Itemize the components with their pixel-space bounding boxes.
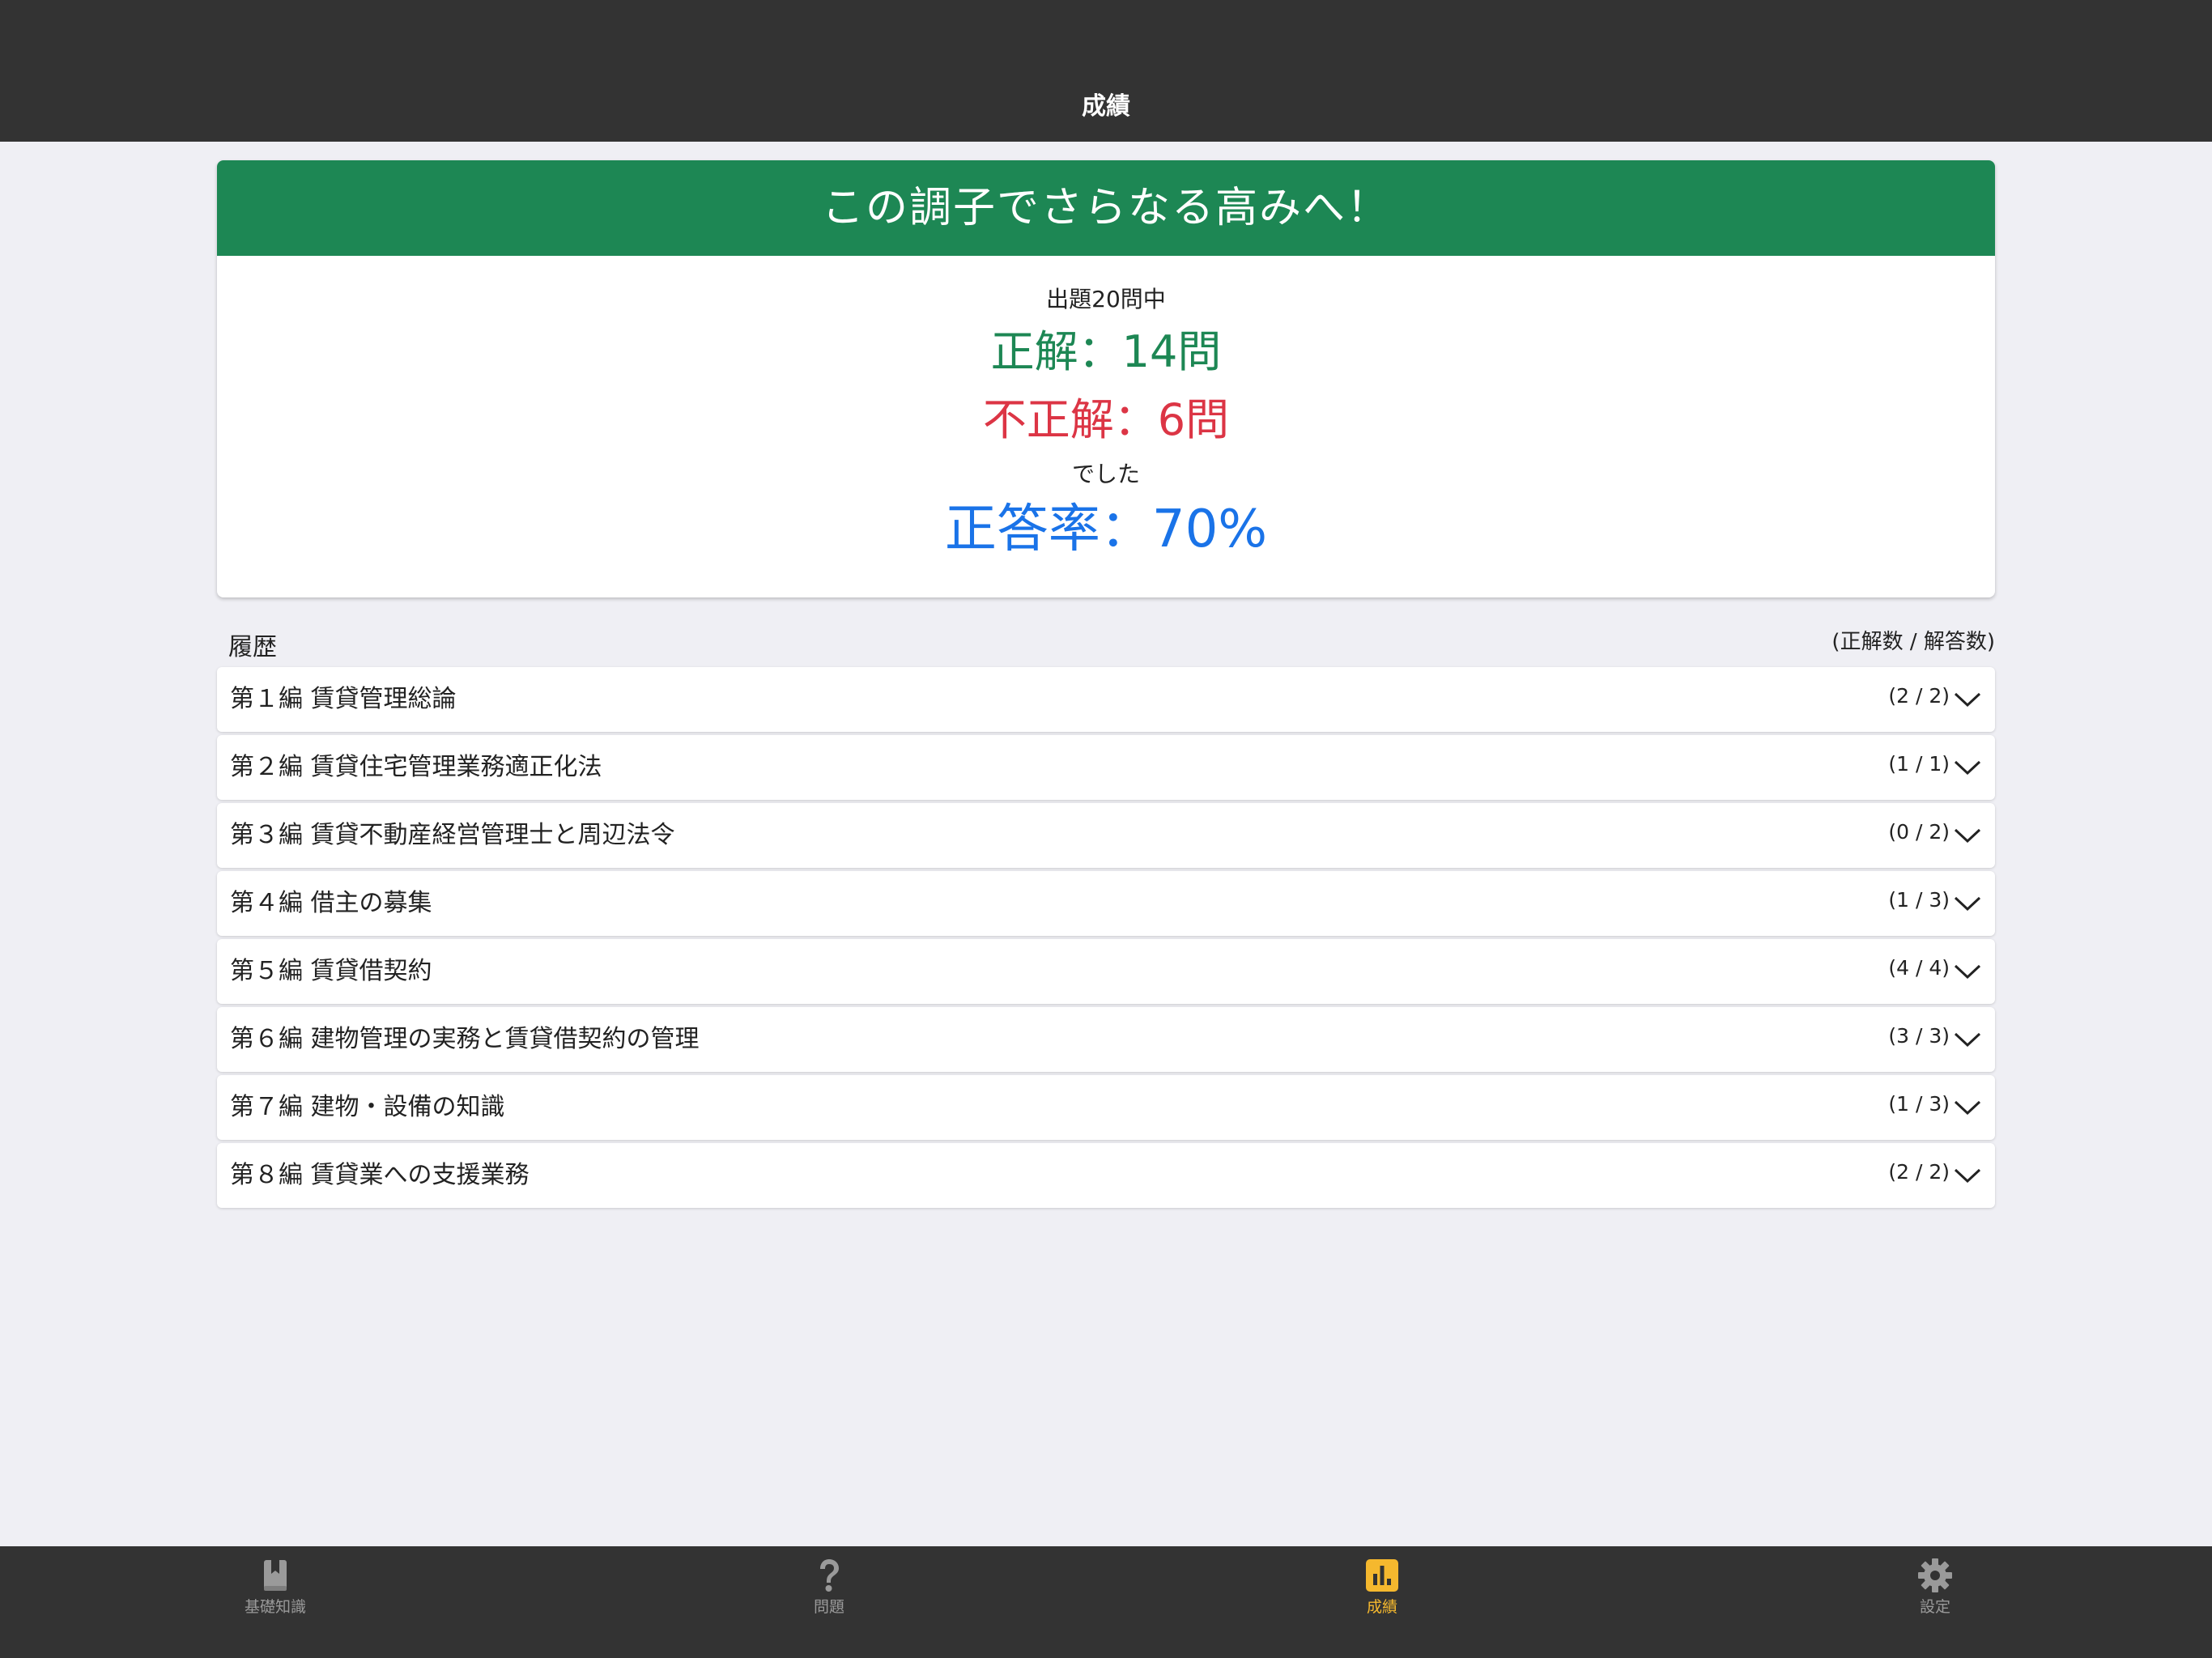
tab-label: 問題 bbox=[813, 1598, 844, 1616]
navigation-bar: 成績 bbox=[0, 0, 2212, 142]
tab-settings[interactable]: 設定 bbox=[1854, 1546, 2016, 1658]
history-row-chapter-1[interactable]: 第１編 賃貸管理総論 (2 / 2) bbox=[217, 667, 1995, 732]
chevron-down-icon[interactable] bbox=[1953, 687, 1982, 711]
chevron-down-icon[interactable] bbox=[1953, 823, 1982, 847]
history-legend: (正解数 / 解答数) bbox=[1831, 630, 1995, 654]
chevron-down-icon[interactable] bbox=[1953, 1027, 1982, 1051]
result-card: この調子でさらなる高みへ！ 出題20問中 正解：14問 不正解：6問 でした 正… bbox=[217, 160, 1995, 597]
result-header: この調子でさらなる高みへ！ bbox=[217, 160, 1995, 256]
history-row-title: 第６編 建物管理の実務と賃貸借契約の管理 bbox=[230, 1025, 700, 1053]
history-row-title: 第５編 賃貸借契約 bbox=[230, 957, 432, 985]
tab-label: 設定 bbox=[1919, 1598, 1950, 1616]
history-row-chapter-5[interactable]: 第５編 賃貸借契約 (4 / 4) bbox=[217, 939, 1995, 1004]
tab-basics[interactable]: 基礎知識 bbox=[194, 1546, 356, 1658]
history-row-score: (3 / 3) bbox=[1888, 1024, 1950, 1048]
history-row-score: (1 / 1) bbox=[1888, 752, 1950, 776]
gear-icon bbox=[1918, 1558, 1952, 1592]
history-row-score: (2 / 2) bbox=[1888, 684, 1950, 708]
history-row-title: 第２編 賃貸住宅管理業務適正化法 bbox=[230, 753, 602, 781]
chevron-down-icon[interactable] bbox=[1953, 1095, 1982, 1119]
question-mark-icon bbox=[820, 1559, 839, 1592]
tab-bar: 基礎知識 問題 成績 設定 bbox=[0, 1546, 2212, 1658]
total-questions-text: 出題20問中 bbox=[1046, 286, 1166, 312]
wrong-count-text: 不正解：6問 bbox=[982, 394, 1230, 445]
history-row-chapter-4[interactable]: 第４編 借主の募集 (1 / 3) bbox=[217, 871, 1995, 936]
book-icon bbox=[264, 1560, 287, 1591]
history-list: 第１編 賃貸管理総論 (2 / 2) 第２編 賃貸住宅管理業務適正化法 (1 /… bbox=[217, 667, 1995, 1211]
chevron-down-icon[interactable] bbox=[1953, 1163, 1982, 1187]
tab-label: 基礎知識 bbox=[244, 1598, 306, 1616]
history-row-title: 第１編 賃貸管理総論 bbox=[230, 685, 457, 713]
history-row-title: 第４編 借主の募集 bbox=[230, 889, 432, 917]
history-label: 履歴 bbox=[228, 633, 277, 661]
history-row-title: 第８編 賃貸業への支援業務 bbox=[230, 1161, 530, 1189]
chevron-down-icon[interactable] bbox=[1953, 891, 1982, 915]
history-row-score: (1 / 3) bbox=[1888, 1092, 1950, 1116]
history-row-chapter-8[interactable]: 第８編 賃貸業への支援業務 (2 / 2) bbox=[217, 1143, 1995, 1208]
history-row-title: 第７編 建物・設備の知識 bbox=[230, 1093, 505, 1121]
history-row-score: (0 / 2) bbox=[1888, 820, 1950, 844]
history-row-title: 第３編 賃貸不動産経営管理士と周辺法令 bbox=[230, 821, 675, 849]
bar-chart-icon bbox=[1366, 1559, 1398, 1592]
tab-label: 成績 bbox=[1366, 1598, 1397, 1616]
deshita-text: でした bbox=[1071, 461, 1140, 487]
chevron-down-icon[interactable] bbox=[1953, 755, 1982, 779]
history-row-score: (1 / 3) bbox=[1888, 888, 1950, 912]
chevron-down-icon[interactable] bbox=[1953, 959, 1982, 983]
tab-results[interactable]: 成績 bbox=[1301, 1546, 1463, 1658]
tab-questions[interactable]: 問題 bbox=[748, 1546, 910, 1658]
history-row-chapter-7[interactable]: 第７編 建物・設備の知識 (1 / 3) bbox=[217, 1075, 1995, 1140]
history-row-score: (4 / 4) bbox=[1888, 956, 1950, 980]
history-row-score: (2 / 2) bbox=[1888, 1160, 1950, 1184]
history-row-chapter-3[interactable]: 第３編 賃貸不動産経営管理士と周辺法令 (0 / 2) bbox=[217, 803, 1995, 868]
correct-rate-text: 正答率：70% bbox=[944, 500, 1268, 559]
correct-count-text: 正解：14問 bbox=[990, 326, 1222, 377]
history-row-chapter-2[interactable]: 第２編 賃貸住宅管理業務適正化法 (1 / 1) bbox=[217, 735, 1995, 800]
page-title: 成績 bbox=[1082, 92, 1130, 121]
history-row-chapter-6[interactable]: 第６編 建物管理の実務と賃貸借契約の管理 (3 / 3) bbox=[217, 1007, 1995, 1072]
